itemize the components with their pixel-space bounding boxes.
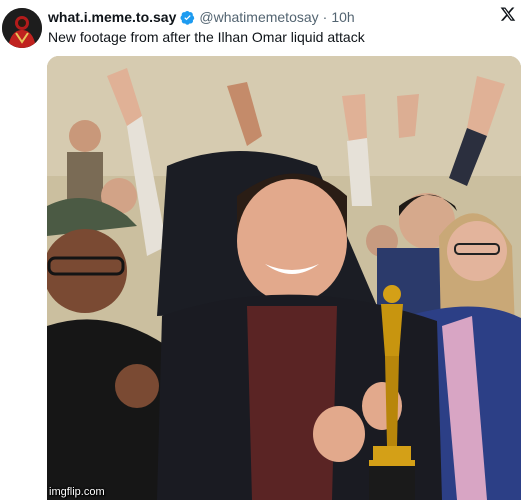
tweet-photo[interactable]: imgflip.com bbox=[47, 56, 521, 500]
imgflip-watermark: imgflip.com bbox=[49, 486, 105, 498]
red-robed-figure-avatar-icon bbox=[2, 8, 42, 48]
tweet-text: New footage from after the Ilhan Omar li… bbox=[48, 29, 365, 45]
author-handle[interactable]: @whatimemetosay bbox=[199, 9, 318, 25]
tweet-timestamp[interactable]: 10h bbox=[331, 9, 354, 25]
verified-badge-icon bbox=[180, 10, 195, 25]
meta-separator: · bbox=[322, 9, 328, 25]
tweet-header: what.i.meme.to.say @whatimemetosay · 10h bbox=[48, 8, 485, 26]
tweet-card: what.i.meme.to.say @whatimemetosay · 10h… bbox=[0, 0, 525, 500]
x-logo-icon[interactable] bbox=[500, 6, 516, 22]
crowd-cheering-photo bbox=[47, 56, 521, 500]
author-display-name[interactable]: what.i.meme.to.say bbox=[48, 9, 176, 25]
author-avatar[interactable] bbox=[2, 8, 42, 48]
